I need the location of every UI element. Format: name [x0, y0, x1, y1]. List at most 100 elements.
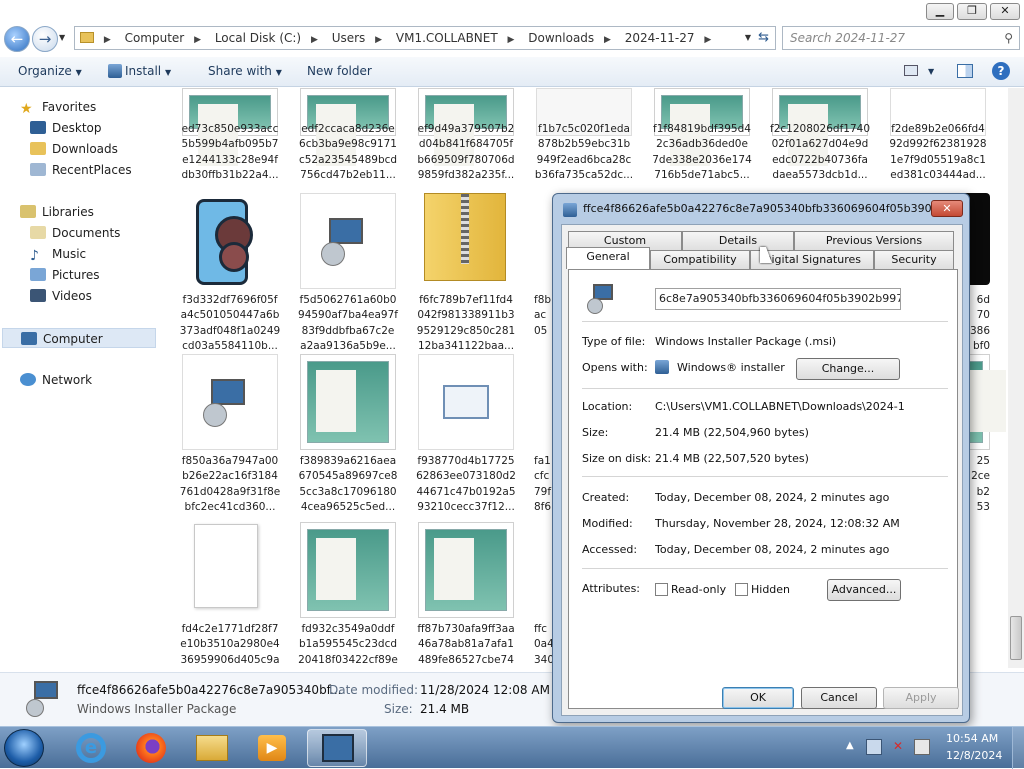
tab-general[interactable]: General	[566, 247, 650, 269]
ok-button[interactable]: OK	[722, 687, 794, 709]
dialog-close-button[interactable]: ✕	[931, 200, 963, 217]
file-name: ef9d49a379507b2 d04b841f684705f b669509f…	[417, 123, 515, 182]
nav-music[interactable]: ♪ Music	[30, 244, 86, 264]
start-button[interactable]	[4, 729, 44, 767]
action-center-icon[interactable]	[914, 739, 930, 755]
file-item[interactable]: f389839a6216aea 670545a89697ce8 5cc3a8c1…	[278, 354, 397, 520]
file-item[interactable]: fd932c3549a0ddf b1a595545c23dcd 20418f03…	[278, 522, 398, 668]
modified-value: Thursday, November 28, 2024, 12:08:32 AM	[655, 517, 900, 530]
search-input[interactable]: Search 2024-11-27 ⚲	[782, 26, 1020, 50]
nav-recent-places[interactable]: RecentPlaces	[30, 160, 132, 180]
computer-icon	[21, 332, 37, 345]
breadcrumb-local-disk[interactable]: Local Disk (C:)	[215, 27, 301, 49]
dialog-title: ffce4f86626afe5b0a42276c8e7a905340bfb336…	[583, 202, 931, 215]
taskbar-internet-explorer[interactable]: e	[62, 729, 122, 767]
nav-network[interactable]: Network	[20, 370, 92, 390]
opens-with-label: Opens with:	[582, 361, 648, 374]
organize-button[interactable]: Organize ▼	[18, 64, 82, 78]
network-tray-icon[interactable]	[866, 739, 882, 755]
show-desktop-button[interactable]	[1012, 727, 1024, 769]
file-item[interactable]: f850a36a7947a00 b26e22ac16f3184 761d0428…	[160, 354, 280, 520]
scrollbar-thumb[interactable]	[1010, 616, 1022, 660]
details-modified-value: 11/28/2024 12:08 AM	[420, 683, 550, 697]
taskbar-explorer[interactable]	[182, 729, 242, 767]
close-window-button[interactable]: ✕	[990, 3, 1020, 20]
breadcrumb-folder[interactable]: 2024-11-27	[625, 27, 695, 49]
accessed-value: Today, December 08, 2024, 2 minutes ago	[655, 543, 890, 556]
document-thumbnail	[300, 522, 396, 618]
tab-previous-versions[interactable]: Previous Versions	[794, 231, 954, 250]
view-dropdown-icon[interactable]: ▼	[928, 67, 934, 76]
read-only-checkbox[interactable]	[655, 583, 668, 596]
share-with-button[interactable]: Share with ▼	[208, 64, 282, 78]
read-only-label[interactable]: Read-only	[671, 583, 726, 596]
nav-downloads[interactable]: Downloads	[30, 139, 118, 159]
breadcrumb-computer[interactable]: Computer	[125, 27, 185, 49]
nav-computer[interactable]: Computer	[2, 328, 156, 348]
install-button[interactable]: Install ▼	[108, 64, 171, 78]
filename-field[interactable]: 6c8e7a905340bfb336069604f05b3902b9971216…	[655, 288, 901, 310]
volume-muted-icon[interactable]: ✕	[890, 739, 906, 755]
file-item[interactable]: fd4c2e1771df28f7 e10b3510a2980e4 3695990…	[160, 522, 280, 668]
nav-pictures[interactable]: Pictures	[30, 265, 100, 285]
tab-details[interactable]: Details	[682, 231, 794, 250]
libraries-icon	[20, 205, 36, 218]
view-options-icon[interactable]	[904, 65, 918, 76]
file-item[interactable]: ff87b730afa9ff3aa 46a78ab81a7afa1 489fe8…	[396, 522, 515, 668]
nav-videos[interactable]: Videos	[30, 286, 92, 306]
preview-pane-icon[interactable]	[957, 64, 973, 78]
file-item[interactable]: f3d332df7696f05f a4c501050447a6b 373adf0…	[160, 193, 280, 359]
taskbar-installer-window[interactable]	[307, 729, 367, 767]
mouse-cursor	[760, 247, 772, 263]
show-hidden-icons[interactable]: ▲	[846, 740, 854, 751]
hidden-checkbox[interactable]	[735, 583, 748, 596]
type-value: Windows Installer Package (.msi)	[655, 335, 837, 348]
nav-favorites[interactable]: ★ Favorites	[20, 97, 96, 117]
taskbar-firefox[interactable]	[122, 729, 182, 767]
window-file-thumbnail	[418, 354, 514, 450]
new-folder-button[interactable]: New folder	[307, 64, 372, 78]
chevron-right-icon: ▶	[375, 35, 383, 45]
tab-compatibility[interactable]: Compatibility	[650, 250, 750, 269]
nav-libraries[interactable]: Libraries	[20, 202, 94, 222]
nav-desktop[interactable]: Desktop	[30, 118, 102, 138]
document-thumbnail	[300, 354, 396, 450]
help-icon[interactable]: ?	[992, 62, 1010, 80]
file-item[interactable]: f938770d4b17725 62863ee073180d2 44671c47…	[396, 354, 516, 520]
divider	[582, 476, 948, 477]
file-item[interactable]: f5d5062761a60b0 94590af7ba4ea97f 83f9ddb…	[278, 193, 398, 359]
file-name: ed73c850e933acc 5b599b4afb095b7 e1244133…	[181, 123, 279, 182]
nav-documents[interactable]: Documents	[30, 223, 120, 243]
advanced-button[interactable]: Advanced...	[827, 579, 901, 601]
address-dropdown-icon[interactable]: ▼	[745, 27, 751, 49]
minimize-button[interactable]: ▁	[926, 3, 954, 20]
clock-time[interactable]: 10:54 AM	[946, 732, 998, 745]
general-tab-panel: 6c8e7a905340bfb336069604f05b3902b9971216…	[568, 269, 958, 709]
change-button[interactable]: Change...	[796, 358, 900, 380]
hidden-label[interactable]: Hidden	[751, 583, 790, 596]
size-on-disk-value: 21.4 MB (22,507,520 bytes)	[655, 452, 809, 465]
breadcrumb-users[interactable]: Users	[332, 27, 366, 49]
vertical-scrollbar[interactable]	[1008, 88, 1024, 668]
size-value: 21.4 MB (22,504,960 bytes)	[655, 426, 809, 439]
refresh-icon[interactable]: ⇆	[758, 27, 769, 49]
taskbar-media-player[interactable]: ▶	[242, 729, 302, 767]
pictures-icon	[30, 268, 46, 281]
forward-button[interactable]: →	[32, 26, 58, 52]
back-button[interactable]: ←	[4, 26, 30, 52]
file-item[interactable]: f6fc789b7ef11fd4 042f981338911b3 9529129…	[396, 193, 515, 359]
address-row: ← → ▼ ▶ Computer ▶ Local Disk (C:) ▶ Use…	[0, 24, 1024, 56]
breadcrumb-user[interactable]: VM1.COLLABNET	[396, 27, 498, 49]
chevron-right-icon: ▶	[704, 35, 712, 45]
recent-pages-dropdown[interactable]: ▼	[59, 33, 65, 42]
file-name: f6fc789b7ef11fd4 042f981338911b3 9529129…	[416, 294, 516, 353]
tab-security[interactable]: Security	[874, 250, 954, 269]
file-name: f2c1208026df1740 02f01a627d04e9d edc0722…	[770, 123, 870, 182]
breadcrumb-downloads[interactable]: Downloads	[528, 27, 594, 49]
installer-icon	[583, 282, 617, 316]
address-bar[interactable]: ▶ Computer ▶ Local Disk (C:) ▶ Users ▶ V…	[74, 26, 776, 50]
file-name: f1b7c5c020f1eda 878b2b59ebc31b 949f2ead6…	[534, 123, 634, 182]
clock-date[interactable]: 12/8/2024	[946, 749, 1002, 762]
maximize-button[interactable]: ❐	[957, 3, 987, 20]
cancel-button[interactable]: Cancel	[801, 687, 877, 709]
